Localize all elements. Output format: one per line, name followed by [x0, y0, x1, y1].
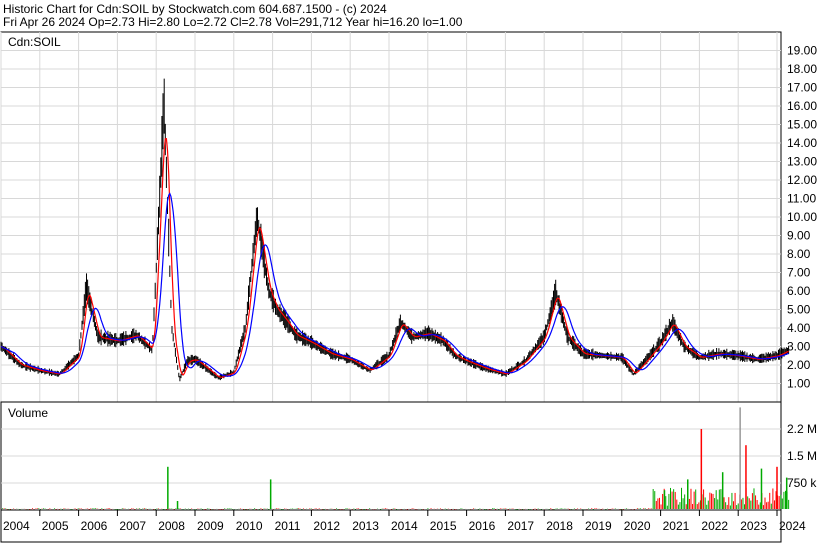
- price-axis-labels: 1.00 2.00 3.00 4.00 5.00 6.00 7.00 8.00 9.00 10.0…: [787, 44, 817, 391]
- year-tick-label: 2007: [119, 519, 146, 533]
- price-tick-label: 14.00: [787, 136, 817, 150]
- price-tick-label: 19.00: [787, 44, 817, 58]
- price-tick-label: 10.00: [787, 210, 817, 224]
- year-tick-label: 2020: [624, 519, 651, 533]
- year-tick-label: 2005: [42, 519, 69, 533]
- year-tick-label: 2008: [158, 519, 185, 533]
- year-tick-label: 2023: [740, 519, 767, 533]
- price-tick-label: 5.00: [787, 303, 811, 317]
- year-tick-label: 2012: [313, 519, 340, 533]
- year-tick-label: 2022: [701, 519, 728, 533]
- year-tick-label: 2024: [779, 519, 806, 533]
- chart-header-line1: Historic Chart for Cdn:SOIL by Stockwatc…: [3, 2, 387, 16]
- price-tick-label: 7.00: [787, 266, 811, 280]
- price-tick-label: 13.00: [787, 155, 817, 169]
- volume-tick-label: 1.5 M: [787, 449, 817, 463]
- volume-panel-title: Volume: [8, 406, 48, 420]
- year-tick-label: 2021: [663, 519, 690, 533]
- price-tick-label: 15.00: [787, 118, 817, 132]
- year-tick-label: 2014: [391, 519, 418, 533]
- price-tick-label: 6.00: [787, 284, 811, 298]
- price-tick-label: 11.00: [787, 192, 816, 206]
- year-tick-label: 2016: [469, 519, 496, 533]
- price-tick-label: 12.00: [787, 173, 817, 187]
- year-tick-label: 2010: [236, 519, 263, 533]
- price-tick-label: 16.00: [787, 99, 817, 113]
- year-tick-label: 2011: [275, 519, 301, 533]
- year-tick-label: 2004: [3, 519, 30, 533]
- volume-axis-labels: 750 k 1.5 M 2.2 M: [787, 422, 817, 490]
- year-tick-label: 2006: [81, 519, 108, 533]
- year-tick-label: 2009: [197, 519, 224, 533]
- price-panel-title: Cdn:SOIL: [8, 35, 61, 49]
- stock-chart: Historic Chart for Cdn:SOIL by Stockwatc…: [0, 2, 817, 543]
- volume-tick-label: 750 k: [787, 476, 817, 490]
- year-tick-label: 2018: [546, 519, 573, 533]
- price-tick-label: 17.00: [787, 81, 817, 95]
- price-tick-label: 3.00: [787, 340, 811, 354]
- year-tick-label: 2013: [352, 519, 379, 533]
- price-tick-label: 9.00: [787, 229, 811, 243]
- price-tick-label: 18.00: [787, 62, 817, 76]
- year-tick-label: 2015: [430, 519, 457, 533]
- chart-header-line2: Fri Apr 26 2024 Op=2.73 Hi=2.80 Lo=2.72 …: [3, 15, 463, 29]
- price-tick-label: 8.00: [787, 247, 811, 261]
- price-tick-label: 2.00: [787, 358, 811, 372]
- volume-tick-label: 2.2 M: [787, 422, 817, 436]
- year-tick-label: 2017: [507, 519, 534, 533]
- price-tick-label: 4.00: [787, 321, 811, 335]
- year-tick-label: 2019: [585, 519, 612, 533]
- price-tick-label: 1.00: [787, 377, 811, 391]
